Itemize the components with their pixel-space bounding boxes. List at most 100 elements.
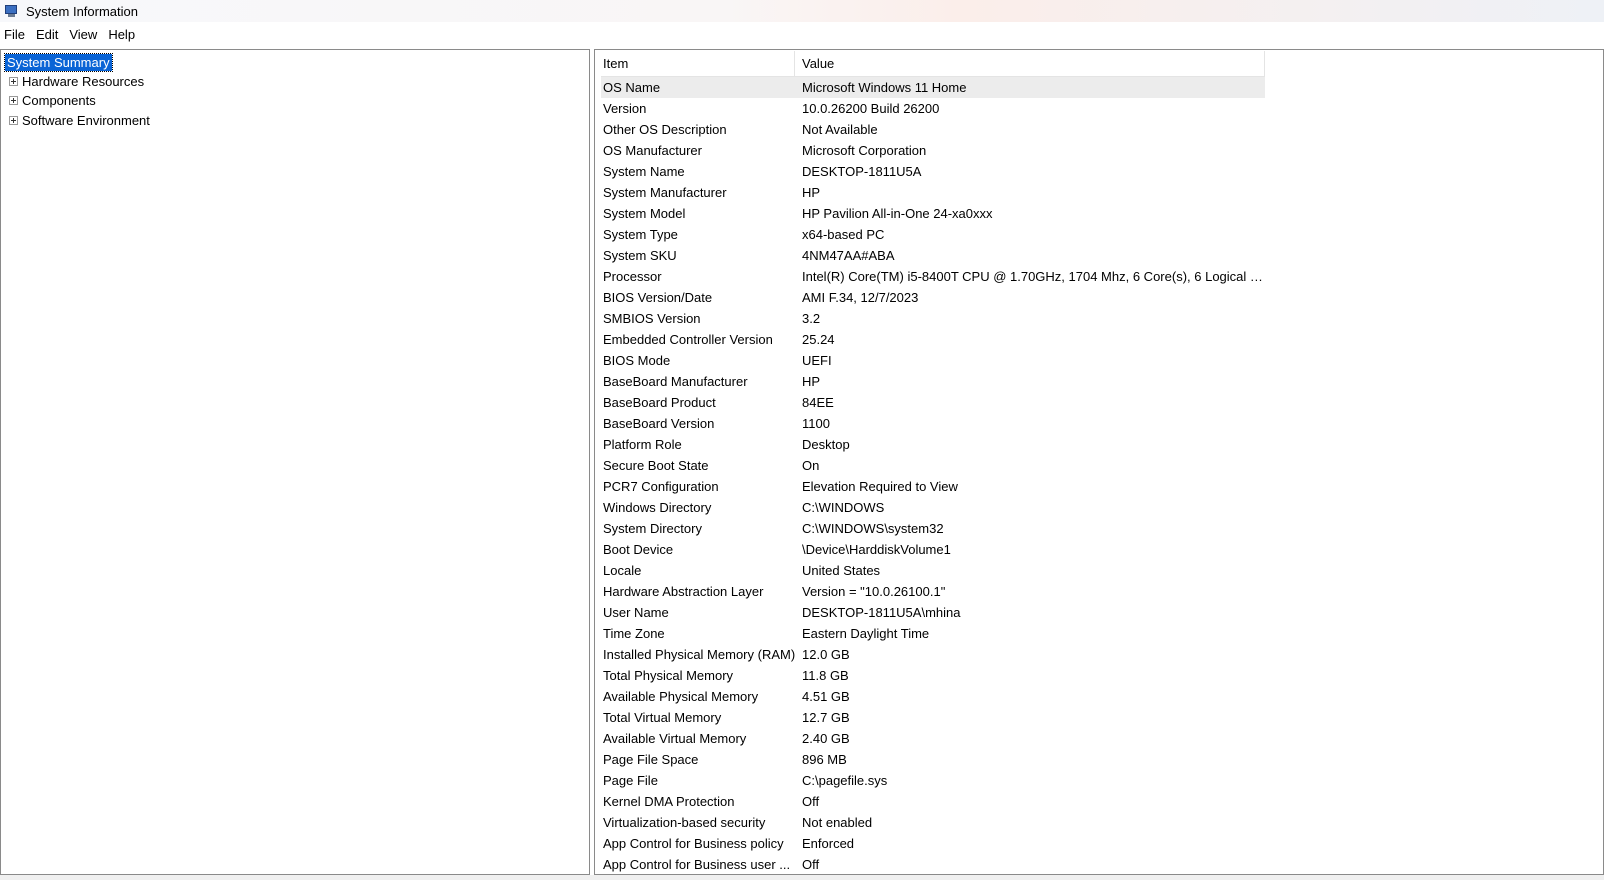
- table-row[interactable]: Available Physical Memory 4.51 GB: [601, 686, 1265, 707]
- system-information-icon: [5, 4, 19, 18]
- row-item-cell: Locale: [603, 563, 642, 578]
- row-value-cell: On: [802, 458, 820, 473]
- table-row[interactable]: Available Virtual Memory 2.40 GB: [601, 728, 1265, 749]
- row-item-cell: Available Physical Memory: [603, 689, 759, 704]
- table-row[interactable]: BIOS Version/Date AMI F.34, 12/7/2023: [601, 287, 1265, 308]
- plus-box-icon[interactable]: [9, 115, 18, 125]
- row-value-cell: 11.8 GB: [802, 668, 849, 683]
- table-row[interactable]: System Model HP Pavilion All-in-One 24-xa…: [601, 203, 1265, 224]
- row-item-cell: Version: [603, 101, 647, 116]
- table-row[interactable]: Locale United States: [601, 560, 1265, 581]
- tree-item-label: System Summary: [4, 52, 113, 72]
- table-row[interactable]: Total Physical Memory 11.8 GB: [601, 665, 1265, 686]
- tree-item-label: Software Environment: [22, 112, 150, 128]
- table-row[interactable]: BaseBoard Product 84EE: [601, 392, 1265, 413]
- table-row[interactable]: Total Virtual Memory 12.7 GB: [601, 707, 1265, 728]
- table-row[interactable]: BIOS Mode UEFI: [601, 350, 1265, 371]
- row-item-cell: Time Zone: [603, 626, 665, 641]
- row-value-cell: HP Pavilion All-in-One 24-xa0xxx: [802, 206, 993, 221]
- row-value-cell: Intel(R) Core(TM) i5-8400T CPU @ 1.70GHz…: [802, 269, 1265, 284]
- tree-item-system-summary[interactable]: System Summary: [4, 52, 113, 72]
- menu-help[interactable]: Help: [103, 24, 141, 46]
- row-item-cell: Virtualization-based security: [603, 815, 766, 830]
- row-value-cell: Not enabled: [802, 815, 873, 830]
- row-item-cell: Hardware Abstraction Layer: [603, 584, 764, 599]
- column-header-value[interactable]: Value: [795, 51, 1265, 76]
- menu-file[interactable]: File: [0, 24, 31, 46]
- row-item-cell: Total Virtual Memory: [603, 710, 722, 725]
- menu-edit[interactable]: Edit: [31, 24, 64, 46]
- menu-bar: File Edit View Help: [0, 24, 141, 46]
- row-value-cell: 12.7 GB: [802, 710, 850, 725]
- table-row[interactable]: Hardware Abstraction Layer Version = "10.…: [601, 581, 1265, 602]
- table-row[interactable]: Platform Role Desktop: [601, 434, 1265, 455]
- row-item-cell: BaseBoard Version: [603, 416, 715, 431]
- table-row[interactable]: App Control for Business policy Enforced: [601, 833, 1265, 854]
- row-item-cell: System Type: [603, 227, 678, 242]
- table-row[interactable]: Page File Space 896 MB: [601, 749, 1265, 770]
- row-item-cell: OS Name: [603, 80, 661, 95]
- table-row[interactable]: Other OS Description Not Available: [601, 119, 1265, 140]
- plus-box-icon[interactable]: [9, 76, 18, 86]
- table-row[interactable]: SMBIOS Version 3.2: [601, 308, 1265, 329]
- table-row[interactable]: Virtualization-based security Not enabled: [601, 812, 1265, 833]
- row-value-cell: United States: [802, 563, 881, 578]
- row-value-cell: Microsoft Corporation: [802, 143, 927, 158]
- row-value-cell: Elevation Required to View: [802, 479, 958, 494]
- table-row[interactable]: OS Manufacturer Microsoft Corporation: [601, 140, 1265, 161]
- table-row[interactable]: System Name DESKTOP-1811U5A: [601, 161, 1265, 182]
- table-row[interactable]: System Manufacturer HP: [601, 182, 1265, 203]
- row-value-cell: Enforced: [802, 836, 855, 851]
- table-row[interactable]: App Control for Business user ... Off: [601, 854, 1265, 874]
- row-value-cell: UEFI: [802, 353, 832, 368]
- table-row[interactable]: Kernel DMA Protection Off: [601, 791, 1265, 812]
- table-row[interactable]: PCR7 Configuration Elevation Required to …: [601, 476, 1265, 497]
- tree-item-label: Components: [22, 92, 96, 108]
- row-value-cell: Not Available: [802, 122, 878, 137]
- row-value-cell: Version = "10.0.26100.1": [802, 584, 946, 599]
- table-row[interactable]: BaseBoard Version 1100: [601, 413, 1265, 434]
- tree-item-software-environment[interactable]: Software Environment: [9, 110, 150, 130]
- tree-item-hardware-resources[interactable]: Hardware Resources: [9, 71, 144, 91]
- row-item-cell: App Control for Business policy: [603, 836, 784, 851]
- table-body: OS Name Microsoft Windows 11 Home Version 1…: [601, 77, 1265, 874]
- row-value-cell: HP: [802, 374, 821, 389]
- row-item-cell: Embedded Controller Version: [603, 332, 773, 347]
- row-item-cell: Page File: [603, 773, 658, 788]
- row-value-cell: C:\pagefile.sys: [802, 773, 888, 788]
- details-table: Item Value OS Name Microsoft Windows 11 H…: [601, 51, 1265, 872]
- table-row[interactable]: Windows Directory C:\WINDOWS: [601, 497, 1265, 518]
- table-row[interactable]: User Name DESKTOP-1811U5A\mhina: [601, 602, 1265, 623]
- row-value-cell: 1100: [802, 416, 830, 431]
- column-header-item[interactable]: Item: [601, 51, 795, 76]
- row-item-cell: Windows Directory: [603, 500, 712, 515]
- category-tree: System Summary Hardware Resources Compon…: [0, 49, 590, 875]
- table-row[interactable]: System Directory C:\WINDOWS\system32: [601, 518, 1265, 539]
- table-row[interactable]: Page File C:\pagefile.sys: [601, 770, 1265, 791]
- table-row[interactable]: BaseBoard Manufacturer HP: [601, 371, 1265, 392]
- table-row[interactable]: Boot Device \Device\HarddiskVolume1: [601, 539, 1265, 560]
- row-item-cell: BaseBoard Product: [603, 395, 716, 410]
- status-strip: [0, 875, 1604, 880]
- table-row[interactable]: Processor Intel(R) Core(TM) i5-8400T CPU …: [601, 266, 1265, 287]
- row-item-cell: System Model: [603, 206, 686, 221]
- row-value-cell: Desktop: [802, 437, 850, 452]
- table-row[interactable]: System SKU 4NM47AA#ABA: [601, 245, 1265, 266]
- row-item-cell: PCR7 Configuration: [603, 479, 719, 494]
- menu-view[interactable]: View: [64, 24, 103, 46]
- table-row[interactable]: OS Name Microsoft Windows 11 Home: [601, 77, 1265, 98]
- plus-box-icon[interactable]: [9, 95, 18, 105]
- table-row[interactable]: Secure Boot State On: [601, 455, 1265, 476]
- row-item-cell: Other OS Description: [603, 122, 727, 137]
- row-item-cell: BIOS Version/Date: [603, 290, 713, 305]
- row-item-cell: Boot Device: [603, 542, 674, 557]
- row-value-cell: 896 MB: [802, 752, 847, 767]
- table-row[interactable]: Version 10.0.26200 Build 26200: [601, 98, 1265, 119]
- row-value-cell: 4.51 GB: [802, 689, 850, 704]
- table-row[interactable]: Installed Physical Memory (RAM) 12.0 GB: [601, 644, 1265, 665]
- table-row[interactable]: Embedded Controller Version 25.24: [601, 329, 1265, 350]
- row-item-cell: Platform Role: [603, 437, 682, 452]
- table-row[interactable]: System Type x64-based PC: [601, 224, 1265, 245]
- table-row[interactable]: Time Zone Eastern Daylight Time: [601, 623, 1265, 644]
- tree-item-components[interactable]: Components: [9, 90, 96, 110]
